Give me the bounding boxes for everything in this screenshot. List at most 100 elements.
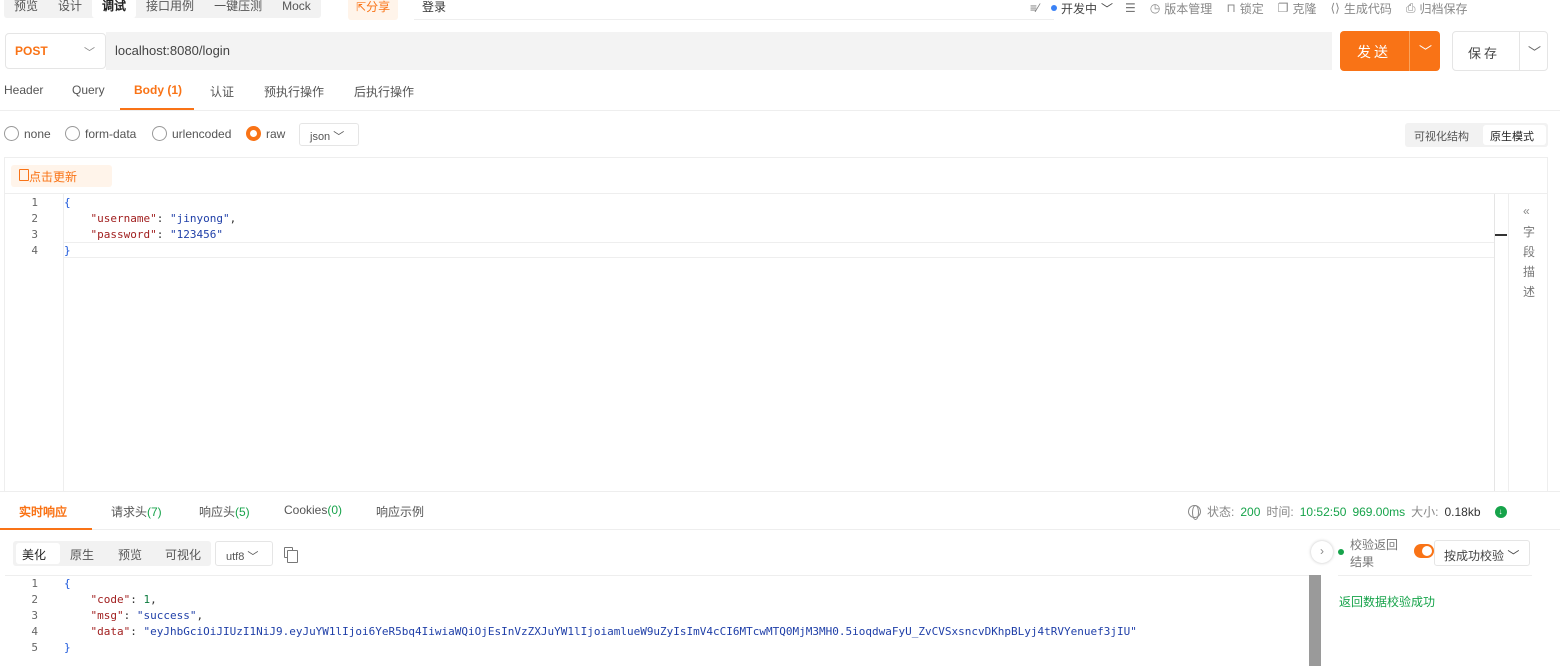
code-line: "username": "jinyong", bbox=[90, 212, 237, 225]
archive-save-button[interactable]: ⎙ 归档保存 bbox=[1406, 0, 1468, 17]
outline-icon[interactable]: ☰ bbox=[1125, 1, 1136, 15]
method-label: POST bbox=[15, 44, 48, 58]
line-number: 4 bbox=[31, 244, 38, 257]
download-icon[interactable]: ↓ bbox=[1494, 505, 1507, 518]
generate-code-button[interactable]: ⟨⟩ 生成代码 bbox=[1330, 0, 1391, 17]
api-name-input[interactable]: 登录 bbox=[414, 0, 1054, 20]
status-code: 200 bbox=[1240, 504, 1261, 519]
tab-response-headers-count: (5) bbox=[235, 505, 250, 519]
tab-live-response[interactable]: 实时响应 bbox=[19, 503, 67, 520]
response-line: } bbox=[64, 641, 71, 654]
field-description-panel[interactable]: « 字段描述 bbox=[1508, 194, 1548, 492]
lock-button[interactable]: ⊓ 锁定 bbox=[1226, 0, 1263, 17]
double-chevron-left-icon[interactable]: « bbox=[1523, 204, 1530, 218]
encoding-label: utf8 bbox=[226, 551, 245, 563]
response-view-tabs: 美化 原生 预览 可视化 bbox=[13, 541, 211, 566]
radio-none[interactable]: none bbox=[4, 126, 51, 141]
top-toolbar: 预览 设计 调试 接口用例 一键压测 Mock ⇱分享 登录 ≡⁄ 开发中 ﹀ … bbox=[0, 0, 1560, 20]
save-button[interactable]: 保存 ﹀ bbox=[1452, 31, 1548, 71]
line-number: 4 bbox=[31, 625, 38, 638]
tab-preview[interactable]: 预览 bbox=[4, 0, 48, 18]
validation-toggle[interactable] bbox=[1414, 544, 1434, 558]
line-number: 5 bbox=[31, 641, 38, 654]
radio-none-label: none bbox=[24, 126, 51, 141]
view-pretty[interactable]: 美化 bbox=[16, 543, 60, 564]
validation-rule-label: 按成功校验 bbox=[1444, 549, 1505, 563]
editor-divider bbox=[5, 193, 1547, 194]
encoding-select[interactable]: utf8 ﹀ bbox=[215, 541, 273, 566]
editor-scrollbar[interactable] bbox=[1494, 194, 1495, 492]
tab-response-headers-label: 响应头 bbox=[199, 505, 236, 519]
view-visual[interactable]: 可视化 bbox=[165, 546, 201, 563]
active-line-highlight bbox=[64, 242, 1494, 258]
version-button[interactable]: ◷ 版本管理 bbox=[1150, 0, 1213, 17]
archive-icon: ⎙ bbox=[1405, 0, 1416, 15]
tab-header[interactable]: Header bbox=[4, 83, 43, 97]
line-number: 3 bbox=[31, 228, 38, 241]
radio-form-data[interactable]: form-data bbox=[65, 126, 136, 141]
line-number: 1 bbox=[31, 196, 38, 209]
radio-raw[interactable]: raw bbox=[246, 126, 285, 141]
response-scrollbar[interactable] bbox=[1309, 575, 1321, 666]
validation-rule-select[interactable]: 按成功校验 ﹀ bbox=[1434, 540, 1530, 566]
url-input[interactable]: localhost:8080/login bbox=[106, 32, 1332, 70]
time-label: 时间: bbox=[1266, 505, 1294, 519]
update-button[interactable]: 点击更新 bbox=[11, 165, 112, 187]
status-select[interactable]: 开发中 ﹀ bbox=[1045, 0, 1119, 17]
send-divider bbox=[1409, 31, 1410, 71]
tab-cookies-count: (0) bbox=[327, 503, 343, 517]
tab-response-headers[interactable]: 响应头(5) bbox=[199, 503, 250, 520]
tab-mock[interactable]: Mock bbox=[272, 0, 321, 18]
validation-title: 校验返回结果 bbox=[1350, 538, 1399, 569]
radio-urlencoded[interactable]: urlencoded bbox=[152, 126, 231, 141]
view-mode-toggle: 可视化结构 原生模式 bbox=[1405, 123, 1548, 147]
chevron-right-icon[interactable]: › bbox=[1311, 541, 1333, 563]
view-visual-button[interactable]: 可视化结构 bbox=[1414, 128, 1469, 144]
status-dot-icon bbox=[1051, 5, 1058, 11]
tab-body[interactable]: Body (1) bbox=[134, 83, 182, 97]
view-preview[interactable]: 预览 bbox=[118, 546, 142, 563]
copy-icon[interactable] bbox=[284, 547, 298, 563]
clone-button[interactable]: ❐ 克隆 bbox=[1278, 0, 1317, 17]
edit-icon[interactable]: ≡⁄ bbox=[1030, 1, 1039, 15]
radio-circle bbox=[4, 126, 19, 141]
response-line: "msg": "success", bbox=[90, 609, 204, 622]
send-label: 发送 bbox=[1357, 44, 1391, 60]
line-number: 2 bbox=[31, 212, 38, 225]
body-editor[interactable] bbox=[4, 157, 1548, 492]
format-select[interactable]: json ﹀ bbox=[299, 123, 359, 146]
radio-urlencoded-label: urlencoded bbox=[172, 126, 232, 141]
radio-circle bbox=[152, 126, 167, 141]
chevron-down-icon: ﹀ bbox=[333, 131, 345, 143]
view-raw-button[interactable]: 原生模式 bbox=[1483, 125, 1546, 145]
tab-request-headers[interactable]: 请求头(7) bbox=[111, 503, 162, 520]
validation-message: 返回数据校验成功 bbox=[1339, 595, 1436, 609]
radio-circle bbox=[65, 126, 80, 141]
tab-design[interactable]: 设计 bbox=[48, 0, 92, 18]
tab-pre-script[interactable]: 预执行操作 bbox=[264, 83, 324, 100]
tab-auth[interactable]: 认证 bbox=[210, 83, 234, 100]
line-number: 1 bbox=[31, 577, 38, 590]
chevron-down-icon: ﹀ bbox=[84, 47, 95, 59]
tab-cookies[interactable]: Cookies(0) bbox=[284, 503, 342, 517]
tab-load-test[interactable]: 一键压测 bbox=[204, 0, 272, 18]
tab-post-script[interactable]: 后执行操作 bbox=[354, 83, 414, 100]
tab-query[interactable]: Query bbox=[72, 83, 105, 97]
send-button[interactable]: 发送 ﹀ bbox=[1340, 31, 1440, 71]
tab-debug[interactable]: 调试 bbox=[92, 0, 137, 18]
scroll-marker bbox=[1495, 234, 1507, 236]
share-button[interactable]: ⇱分享 bbox=[348, 0, 399, 20]
active-tab-underline bbox=[0, 528, 92, 530]
share-label: 分享 bbox=[366, 0, 391, 14]
method-select[interactable]: POST ﹀ bbox=[5, 33, 106, 69]
send-options-chevron-icon[interactable]: ﹀ bbox=[1419, 41, 1432, 60]
clone-label: 克隆 bbox=[1292, 1, 1317, 16]
active-tab-underline bbox=[120, 108, 194, 110]
response-time: 10:52:50 bbox=[1299, 504, 1347, 519]
tab-response-example[interactable]: 响应示例 bbox=[376, 503, 424, 520]
globe-icon[interactable] bbox=[1188, 505, 1201, 520]
save-options-chevron-icon[interactable]: ﹀ bbox=[1528, 42, 1541, 61]
view-raw[interactable]: 原生 bbox=[70, 546, 94, 563]
radio-raw-label: raw bbox=[266, 126, 286, 141]
tab-test-cases[interactable]: 接口用例 bbox=[136, 0, 204, 18]
